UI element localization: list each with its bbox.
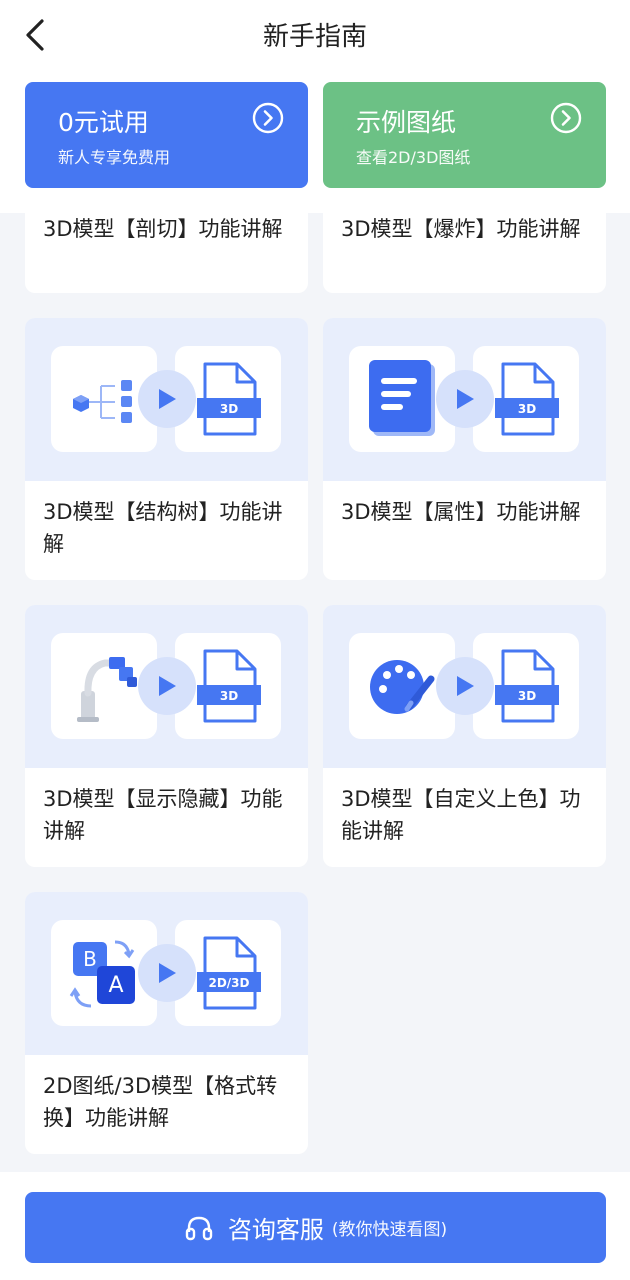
play-icon [457,389,474,409]
video-thumbnail: 3D [323,605,606,768]
play-button[interactable] [436,370,494,428]
video-thumbnail: 3D [25,318,308,481]
tutorial-card-explode[interactable]: 3D模型【爆炸】功能讲解 [323,213,606,293]
play-button[interactable] [436,657,494,715]
free-trial-subtitle: 新人专享免费用 [58,148,171,167]
nav-bar: 新手指南 [0,0,630,70]
tutorial-card-label: 3D模型【剖切】功能讲解 [43,217,283,241]
circle-arrow-right-icon [252,102,284,134]
play-icon [159,963,176,983]
sample-drawings-subtitle: 查看2D/3D图纸 [356,148,471,167]
tutorial-card-format-conversion[interactable]: B A 2D/3D 2D图纸/3D模型【格式转换】功能讲解 [25,892,308,1154]
tutorial-card-structure-tree[interactable]: 3D 3D模型【结构树】功能讲解 [25,318,308,580]
play-button[interactable] [138,657,196,715]
bottom-bar: 咨询客服 (教你快速看图) [0,1172,630,1280]
customer-service-label: 咨询客服 [227,1216,324,1244]
play-icon [457,676,474,696]
video-thumbnail: B A 2D/3D [25,892,308,1055]
tutorial-card-label: 3D模型【爆炸】功能讲解 [341,217,581,241]
sample-drawings-card[interactable]: 示例图纸 查看2D/3D图纸 [323,82,606,188]
tutorial-card-label: 3D模型【显示隐藏】功能讲解 [43,787,283,843]
file-badge: 3D [220,402,238,416]
tutorial-card-show-hide[interactable]: 3D 3D模型【显示隐藏】功能讲解 [25,605,308,867]
customer-service-hint: (教你快速看图) [331,1220,448,1240]
tutorial-card-label: 3D模型【自定义上色】功能讲解 [341,787,581,843]
circle-arrow-right-icon [550,102,582,134]
glyph-a: A [108,973,123,998]
play-button[interactable] [138,370,196,428]
video-thumbnail: 3D [323,318,606,481]
file-badge: 3D [518,689,536,703]
tutorial-card-label: 2D图纸/3D模型【格式转换】功能讲解 [43,1074,278,1130]
tutorial-card-properties[interactable]: 3D 3D模型【属性】功能讲解 [323,318,606,580]
customer-service-button[interactable]: 咨询客服 (教你快速看图) [25,1192,606,1263]
tutorial-card-section[interactable]: 3D模型【剖切】功能讲解 [25,213,308,293]
glyph-b: B [83,947,97,971]
video-thumbnail: 3D [25,605,308,768]
file-badge: 3D [518,402,536,416]
file-badge: 3D [220,689,238,703]
tutorial-card-label: 3D模型【属性】功能讲解 [341,500,581,524]
tutorial-card-custom-color[interactable]: 3D 3D模型【自定义上色】功能讲解 [323,605,606,867]
file-badge: 2D/3D [208,976,249,990]
play-icon [159,676,176,696]
promo-section: 0元试用 新人专享免费用 示例图纸 查看2D/3D图纸 [0,70,630,213]
headset-icon [185,1216,213,1240]
tutorial-card-label: 3D模型【结构树】功能讲解 [43,500,283,556]
free-trial-card[interactable]: 0元试用 新人专享免费用 [25,82,308,188]
play-icon [159,389,176,409]
play-button[interactable] [138,944,196,1002]
page-title: 新手指南 [262,22,367,52]
